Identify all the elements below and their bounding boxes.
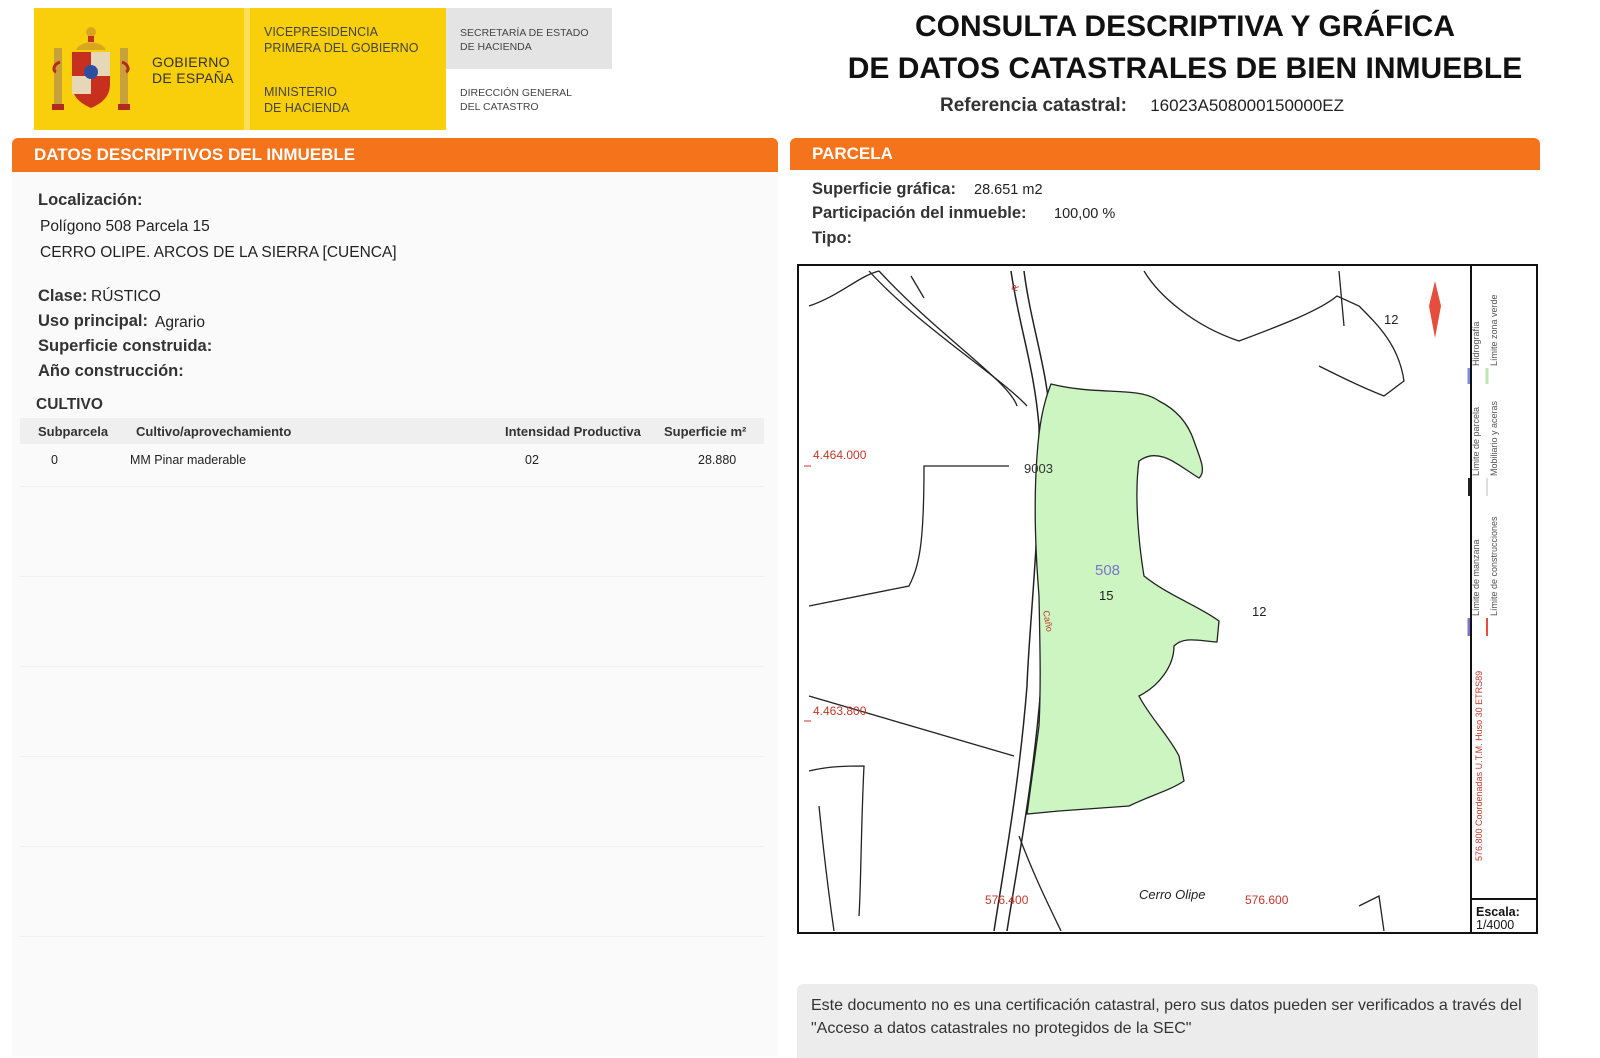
document-title: CONSULTA DESCRIPTIVA Y GRÁFICA DE DATOS … — [820, 6, 1550, 90]
parcela-section-header: PARCELA — [790, 138, 1540, 170]
place-name: Cerro Olipe — [1139, 887, 1205, 902]
cadastral-map: 4.464.000 4.463.800 576.400 576.600 9003… — [797, 264, 1538, 934]
coord-label: 4.464.000 — [813, 448, 867, 462]
title-line-2: DE DATOS CATASTRALES DE BIEN INMUEBLE — [847, 52, 1523, 85]
escala-value: 1/4000 — [1476, 918, 1515, 932]
coord-label: 4.463.800 — [813, 704, 867, 718]
cultivo-table: Subparcela Cultivo/aprovechamiento Inten… — [20, 418, 764, 474]
direccion-text: DIRECCIÓN GENERAL DEL CATASTRO — [460, 87, 573, 113]
cadastral-reference: Referencia catastral: 16023A508000150000… — [940, 95, 1344, 117]
coat-of-arms-icon — [52, 27, 130, 110]
superficie-grafica-label: Superficie gráfica: — [812, 180, 956, 198]
map-scale: Escala: 1/4000 — [1476, 906, 1520, 932]
table-row: 0 MM Pinar maderable 02 28.880 — [20, 444, 764, 474]
title-line-1: CONSULTA DESCRIPTIVA Y GRÁFICA — [914, 10, 1456, 43]
cultivo-title: CULTIVO — [36, 396, 103, 413]
legend-item: Límite de parcela — [1471, 407, 1481, 476]
legend-item: Hidrografía — [1471, 321, 1481, 366]
superficie-construida-label: Superficie construida: — [38, 337, 213, 355]
col-superficie: Superficie m² — [664, 424, 747, 439]
descriptive-panel — [12, 138, 778, 1056]
map-drawing: 4.464.000 4.463.800 576.400 576.600 9003… — [804, 270, 1499, 932]
table-divider — [20, 486, 764, 487]
clase-label: Clase: — [38, 287, 88, 305]
ref-label: Referencia catastral: — [940, 95, 1127, 116]
participacion-label: Participación del inmueble: — [812, 204, 1027, 222]
legend-coords-note: 576.800 Coordenadas U.T.M. Huso 30 ETRS8… — [1474, 671, 1484, 861]
government-logo: GOBIERNO DE ESPAÑA VICEPRESIDENCIA PRIME… — [34, 8, 446, 130]
vicepresidencia-text: VICEPRESIDENCIA PRIMERA DEL GOBIERNO — [264, 25, 419, 55]
cell-intensidad: 02 — [525, 453, 539, 467]
legend-item: Mobiliario y aceras — [1489, 400, 1499, 476]
ministerio-text: MINISTERIO DE HACIENDA — [264, 85, 350, 115]
polygon-number: 508 — [1095, 562, 1120, 579]
anio-construccion-label: Año construcción: — [38, 362, 184, 380]
col-cultivo: Cultivo/aprovechamiento — [136, 424, 292, 439]
parcel-number: 15 — [1099, 588, 1113, 603]
col-subparcela: Subparcela — [38, 424, 109, 439]
logo-divider — [244, 8, 250, 130]
localizacion-line-2: CERRO OLIPE. ARCOS DE LA SIERRA [CUENCA] — [40, 244, 397, 261]
neighbor-label: 12 — [1384, 312, 1398, 327]
tipo-label: Tipo: — [812, 229, 853, 247]
legend-item: Límite de construcciones — [1489, 516, 1499, 616]
col-intensidad: Intensidad Productiva — [505, 424, 641, 439]
table-divider — [20, 666, 764, 667]
legend-item: Límite zona verde — [1489, 294, 1499, 366]
road-small-label: R — [1009, 283, 1021, 293]
cell-cultivo: MM Pinar maderable — [130, 453, 247, 467]
cell-superficie: 28.880 — [698, 453, 737, 467]
neighbor-label: 12 — [1252, 604, 1266, 619]
uso-value: Agrario — [155, 314, 205, 331]
legend-item: Límite de manzana — [1471, 539, 1481, 616]
cell-subparcela: 0 — [51, 453, 58, 467]
uso-label: Uso principal: — [38, 312, 149, 330]
secretaria-text: SECRETARÍA DE ESTADO DE HACIENDA — [460, 27, 589, 53]
superficie-grafica-value: 28.651 m2 — [974, 182, 1043, 198]
clase-value: RÚSTICO — [91, 288, 161, 305]
table-divider — [20, 936, 764, 937]
legend-bottom-line — [1472, 898, 1538, 900]
legend-separator — [1470, 264, 1472, 934]
coord-label: 576.600 — [1245, 893, 1289, 907]
ref-value: 16023A508000150000EZ — [1150, 96, 1345, 115]
gobierno-text: GOBIERNO DE ESPAÑA — [152, 54, 234, 86]
coord-label: 576.400 — [985, 893, 1029, 907]
north-arrow-icon — [1429, 281, 1441, 338]
participacion-value: 100,00 % — [1054, 206, 1116, 222]
disclaimer-note: Este documento no es una certificación c… — [797, 984, 1538, 1058]
localizacion-label: Localización: — [38, 191, 143, 209]
table-divider — [20, 576, 764, 577]
table-divider — [20, 846, 764, 847]
road-code: 9003 — [1024, 461, 1053, 476]
localizacion-line-1: Polígono 508 Parcela 15 — [40, 218, 210, 235]
descriptive-section-header: DATOS DESCRIPTIVOS DEL INMUEBLE — [12, 138, 778, 172]
table-divider — [20, 756, 764, 757]
cultivo-table-header: Subparcela Cultivo/aprovechamiento Inten… — [20, 418, 764, 444]
